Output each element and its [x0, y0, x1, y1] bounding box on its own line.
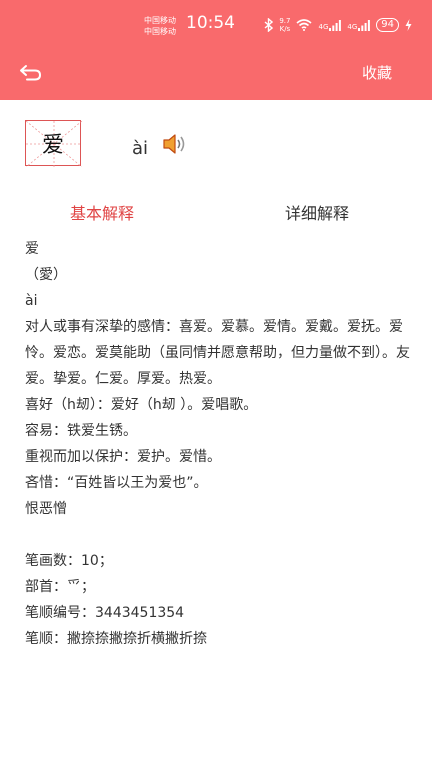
definition-line: 喜好（h刼）：爱好（h刼 ）。爱唱歌。: [25, 397, 258, 413]
definition-tabs: 基本解释 详细解释: [0, 200, 432, 226]
pinyin-text: ài: [132, 138, 149, 159]
definition-line: 容易：铁爱生锈。: [25, 423, 137, 439]
status-time: 10:54: [186, 13, 235, 33]
stroke-code: 笔顺编号：3443451354: [25, 605, 185, 621]
definition-line: 爱: [25, 241, 39, 257]
definition-line: ài: [25, 293, 38, 309]
signal-2: 4G: [347, 19, 371, 31]
character-meta: 笔画数：10； 部首：爫； 笔顺编号：3443451354 笔顺：撇捺捺撇捺折横…: [25, 548, 420, 652]
back-button[interactable]: [14, 60, 48, 86]
signal-2-label: 4G: [347, 22, 358, 31]
stroke-order: 笔顺：撇捺捺撇捺折横撇折捺: [25, 631, 207, 647]
stroke-count: 笔画数：10；: [25, 553, 113, 569]
network-speed-unit: K/s: [279, 25, 291, 33]
carrier-line-2: 中国移动: [144, 27, 176, 36]
favorite-button[interactable]: 收藏: [362, 62, 392, 83]
definition-line: 重视而加以保护：爱护。爱惜。: [25, 449, 221, 465]
back-arrow-icon: [20, 65, 42, 81]
signal-1: 4G: [318, 19, 342, 31]
definition-line: （愛）: [25, 267, 67, 283]
definition-line: 对人或事有深挚的感情：喜爱。爱慕。爱情。爱戴。爱抚。爱怜。爱恋。爱莫能助（虽同情…: [25, 319, 410, 387]
wifi-icon: [296, 19, 313, 31]
carrier-line-1: 中国移动: [144, 16, 176, 25]
network-speed-value: 9.7: [279, 17, 291, 25]
app-header: 中国移动 中国移动 10:54 9.7 K/s 4G 4G 94 收藏: [0, 0, 432, 100]
tab-detailed[interactable]: 详细解释: [285, 200, 349, 224]
bluetooth-icon: [264, 18, 274, 32]
tab-basic[interactable]: 基本解释: [70, 200, 134, 224]
nav-bar: 收藏: [0, 50, 432, 100]
carrier-info: 中国移动 中国移动: [144, 15, 176, 37]
signal-bars-icon: [329, 19, 342, 31]
character-grid-box: 爱: [25, 120, 82, 167]
radical: 部首：爫；: [25, 579, 95, 595]
network-speed: 9.7 K/s: [279, 17, 290, 33]
signal-1-label: 4G: [318, 22, 329, 31]
battery-indicator: 94: [376, 18, 399, 32]
status-bar: 中国移动 中国移动 10:54 9.7 K/s 4G 4G 94: [0, 0, 432, 50]
signal-bars-icon: [358, 19, 371, 31]
charging-icon: [405, 19, 412, 31]
speaker-icon[interactable]: [162, 132, 190, 160]
status-icons: 9.7 K/s 4G 4G 94: [264, 15, 412, 35]
character-glyph: 爱: [41, 133, 64, 158]
definition-content: 爱 （愛） ài 对人或事有深挚的感情：喜爱。爱慕。爱情。爱戴。爱抚。爱怜。爱恋…: [25, 236, 420, 652]
definition-line: 恨恶憎: [25, 501, 67, 517]
definition-line: 吝惜：“百姓皆以王为爱也”。: [25, 475, 208, 491]
